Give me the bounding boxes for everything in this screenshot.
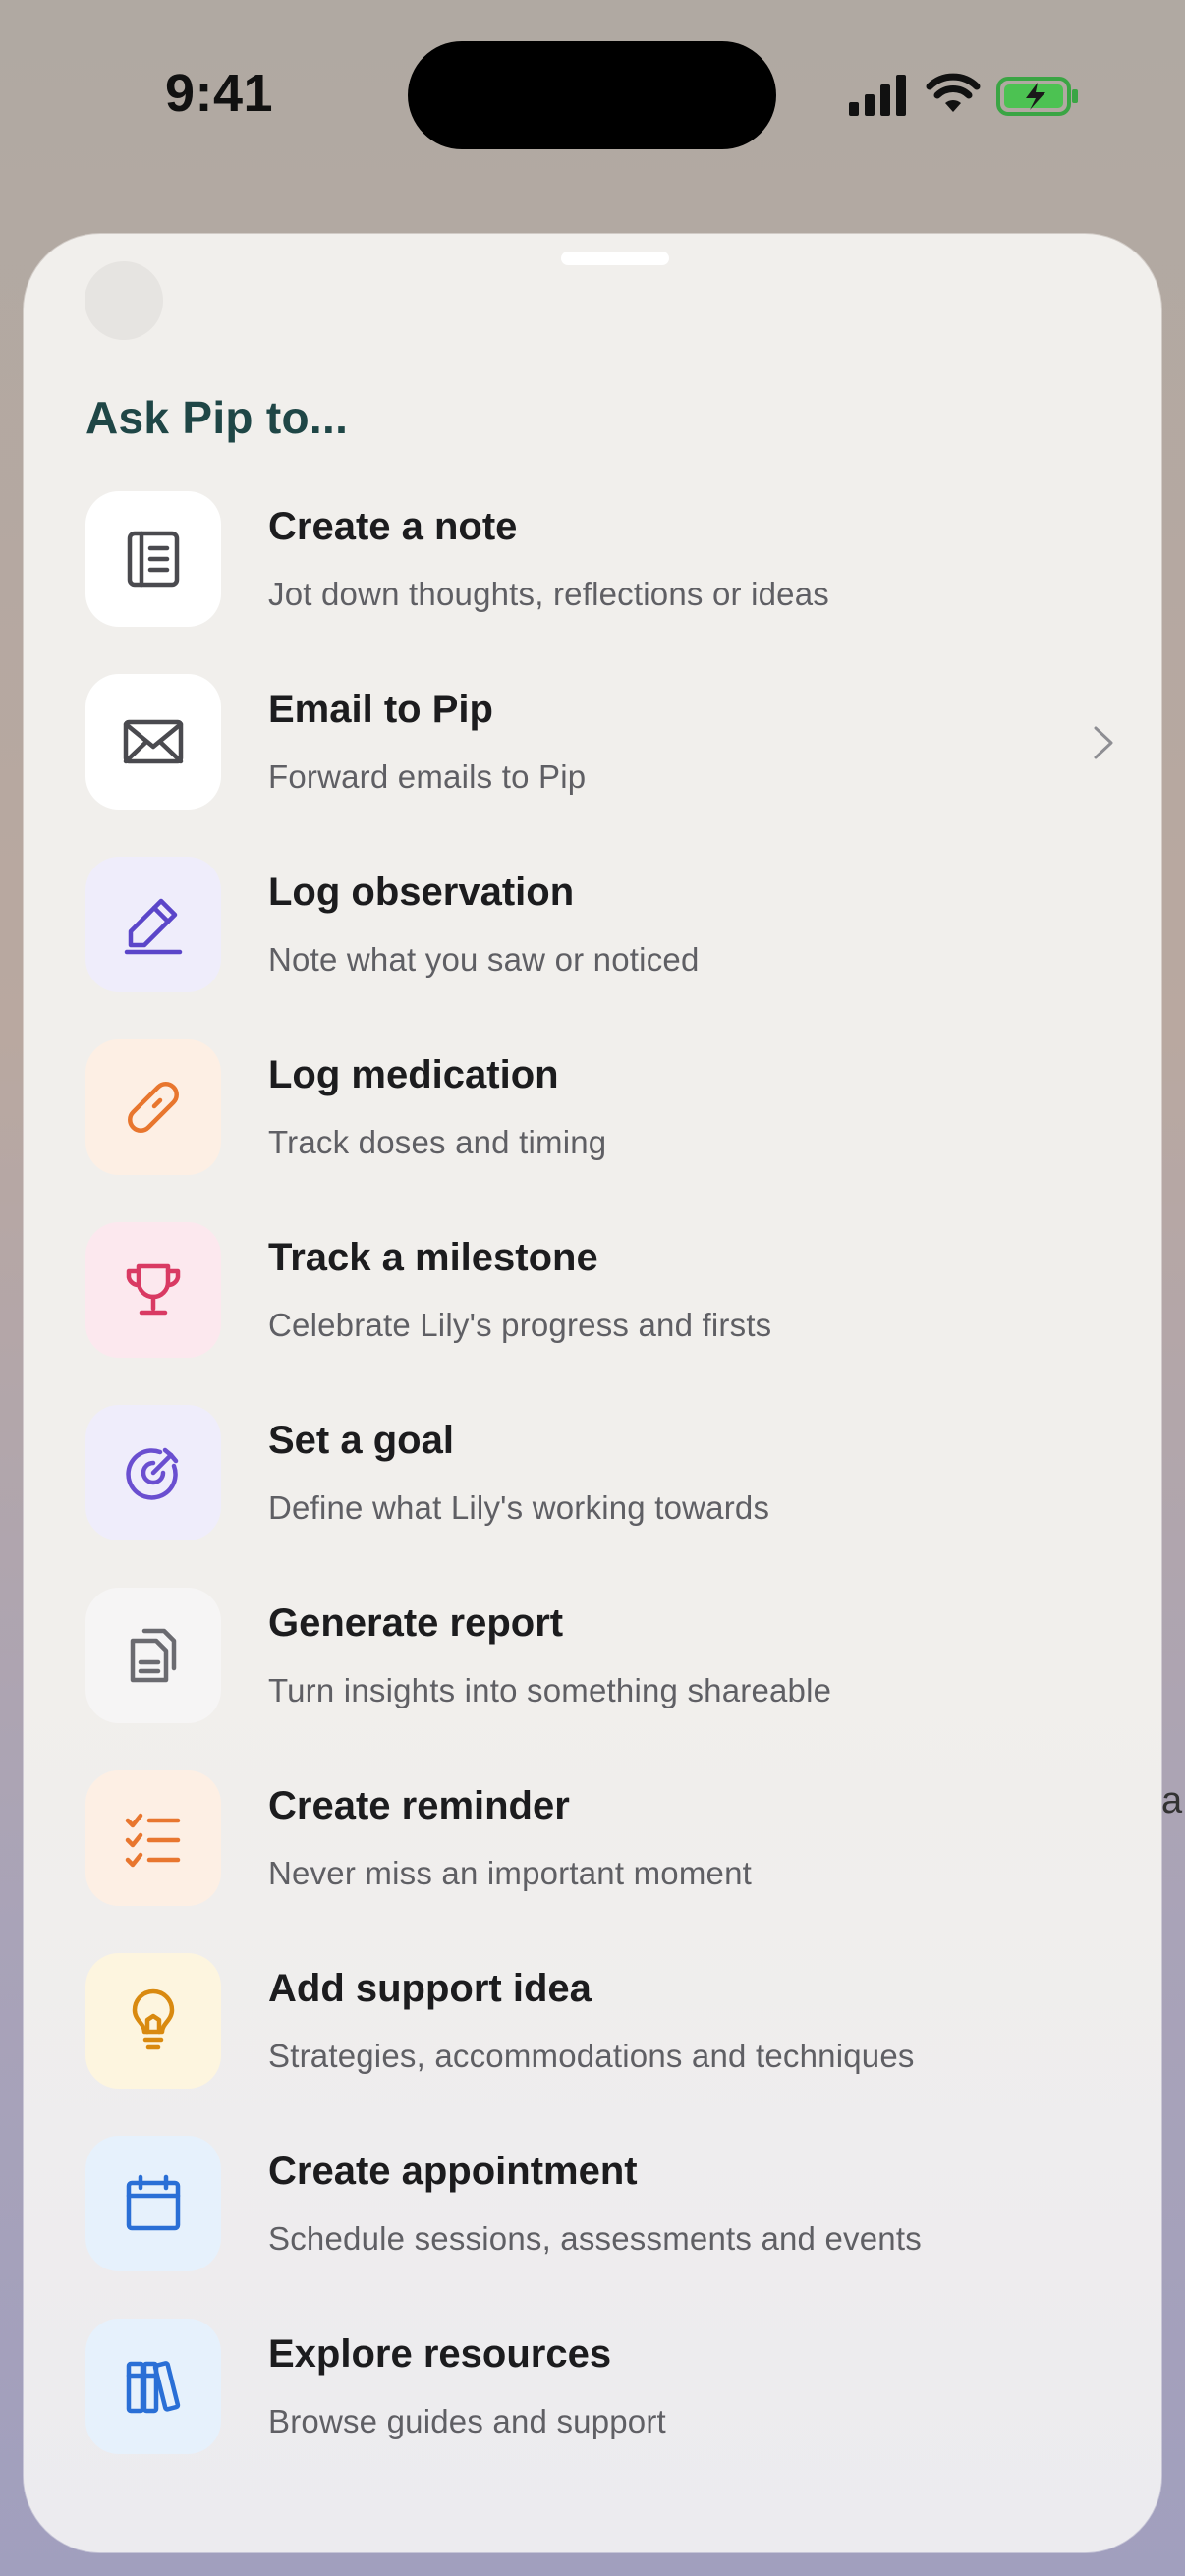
books-icon <box>126 2361 181 2414</box>
background-partial-text: a <box>1161 1780 1183 1821</box>
tile <box>85 2319 221 2454</box>
tile <box>85 491 221 627</box>
tile <box>85 2136 221 2271</box>
wifi-icon <box>926 73 981 112</box>
pencil-icon <box>124 898 183 955</box>
status-time: 9:41 <box>165 64 274 123</box>
menu-item-generate-report[interactable]: Generate report Turn insights into somet… <box>85 1588 1127 1770</box>
tile <box>85 674 221 810</box>
menu-item-explore-resources[interactable]: Explore resources Browse guides and supp… <box>85 2319 1127 2501</box>
menu-item-email-to-pip[interactable]: Email to Pip Forward emails to Pip <box>85 674 1127 857</box>
chevron-right-icon <box>1094 726 1113 759</box>
tile <box>85 1222 221 1358</box>
item-label: Generate report <box>268 1601 564 1645</box>
tile <box>85 1039 221 1175</box>
note-icon <box>127 531 180 588</box>
mail-icon <box>123 719 184 764</box>
ask-pip-sheet: Ask Pip to... Create a note Jot down tho… <box>24 234 1161 2552</box>
item-subtitle: Jot down thoughts, reflections or ideas <box>268 576 829 612</box>
item-label: Set a goal <box>268 1419 454 1462</box>
tile <box>85 1588 221 1723</box>
item-label: Track a milestone <box>268 1236 598 1279</box>
menu-item-create-reminder[interactable]: Create reminder Never miss an important … <box>85 1770 1127 1953</box>
menu-item-track-milestone[interactable]: Track a milestone Celebrate Lily's progr… <box>85 1222 1127 1405</box>
calendar-icon <box>126 2174 181 2231</box>
item-subtitle: Celebrate Lily's progress and firsts <box>268 1307 772 1343</box>
tile <box>85 1405 221 1540</box>
target-icon <box>126 1447 179 1500</box>
item-label: Create a note <box>268 505 518 548</box>
item-subtitle: Turn insights into something shareable <box>268 1672 832 1708</box>
item-label: Log observation <box>268 870 575 914</box>
item-subtitle: Note what you saw or noticed <box>268 941 700 978</box>
item-label: Explore resources <box>268 2332 612 2376</box>
sheet-title: Ask Pip to... <box>85 392 349 443</box>
item-subtitle: Never miss an important moment <box>268 1855 752 1891</box>
item-label: Create reminder <box>268 1784 570 1827</box>
lightbulb-icon <box>132 1988 175 2050</box>
item-label: Add support idea <box>268 1967 592 2010</box>
item-subtitle: Define what Lily's working towards <box>268 1489 770 1526</box>
battery-charging-icon <box>996 77 1078 116</box>
item-label: Email to Pip <box>268 688 493 731</box>
status-bar: 9:41 <box>0 0 1185 196</box>
menu-item-create-appointment[interactable]: Create appointment Schedule sessions, as… <box>85 2136 1127 2319</box>
menu-item-add-support-idea[interactable]: Add support idea Strategies, accommodati… <box>85 1953 1127 2136</box>
item-subtitle: Forward emails to Pip <box>268 758 587 795</box>
item-subtitle: Schedule sessions, assessments and event… <box>268 2220 922 2257</box>
report-icon <box>130 1628 177 1683</box>
item-subtitle: Browse guides and support <box>268 2403 666 2439</box>
trophy-icon <box>126 1263 181 1316</box>
tile <box>85 1953 221 2089</box>
menu-item-log-observation[interactable]: Log observation Note what you saw or not… <box>85 857 1127 1039</box>
menu-item-set-goal[interactable]: Set a goal Define what Lily's working to… <box>85 1405 1127 1588</box>
checklist-icon <box>125 1813 181 1868</box>
dynamic-island <box>408 41 776 149</box>
cellular-signal-icon <box>849 75 906 116</box>
tile <box>85 1770 221 1906</box>
item-label: Log medication <box>268 1053 559 1096</box>
tile <box>85 857 221 992</box>
action-menu: Create a note Jot down thoughts, reflect… <box>85 491 1127 2501</box>
menu-item-create-note[interactable]: Create a note Jot down thoughts, reflect… <box>85 491 1127 674</box>
item-subtitle: Strategies, accommodations and technique… <box>268 2038 915 2074</box>
item-label: Create appointment <box>268 2150 638 2193</box>
item-subtitle: Track doses and timing <box>268 1124 607 1160</box>
sheet-grabber[interactable] <box>561 252 669 265</box>
menu-item-log-medication[interactable]: Log medication Track doses and timing <box>85 1039 1127 1222</box>
background-avatar <box>85 261 163 340</box>
pill-icon <box>128 1082 179 1133</box>
